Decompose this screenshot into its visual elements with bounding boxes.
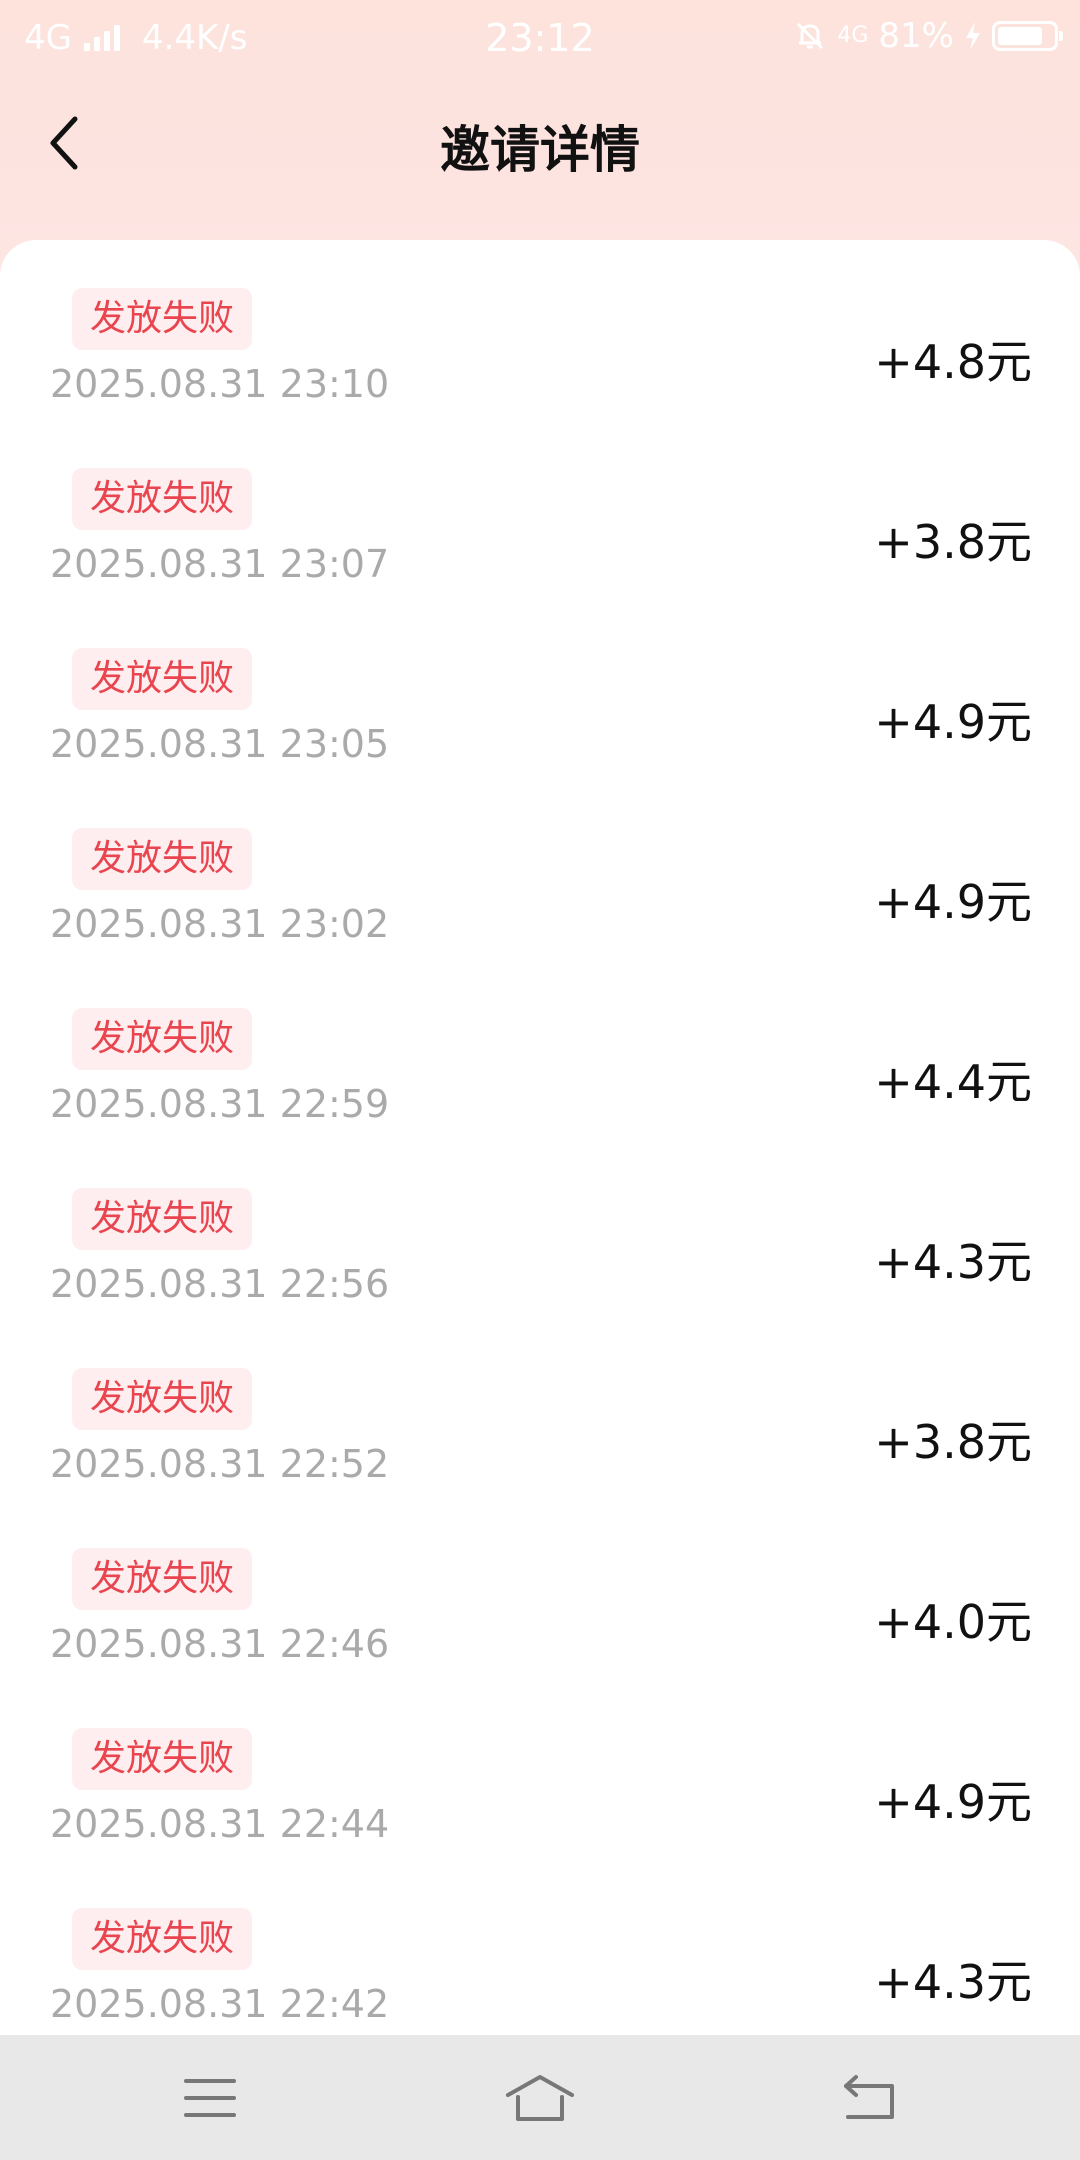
list-item[interactable]: 发放失败 2025.08.31 23:02 +4.9元 [0, 780, 1080, 960]
record-amount: +4.4元 [874, 1055, 1032, 1109]
list-item[interactable]: 发放失败 2025.08.31 22:52 +3.8元 [0, 1320, 1080, 1500]
status-badge: 发放失败 [72, 1368, 252, 1430]
record-amount: +4.8元 [874, 335, 1032, 389]
status-badge: 发放失败 [72, 1188, 252, 1250]
record-time: 2025.08.31 23:05 [50, 722, 390, 766]
menu-icon [184, 2079, 236, 2117]
record-amount: +3.8元 [874, 515, 1032, 569]
record-amount: +4.9元 [874, 1775, 1032, 1829]
status-badge: 发放失败 [72, 648, 252, 710]
home-button[interactable] [500, 2063, 580, 2133]
list-item[interactable]: 发放失败 2025.08.31 23:07 +3.8元 [0, 420, 1080, 600]
home-icon [506, 2075, 574, 2121]
battery-percent: 81% [878, 16, 954, 56]
page-title: 邀请详情 [440, 121, 640, 179]
system-nav-bar [0, 2035, 1080, 2160]
charging-icon [966, 22, 980, 50]
mute-bell-icon [797, 22, 824, 50]
record-time: 2025.08.31 22:46 [50, 1622, 390, 1666]
record-time: 2025.08.31 22:52 [50, 1442, 390, 1486]
status-badge: 发放失败 [72, 288, 252, 350]
network-type-right: 4G [837, 23, 869, 48]
record-time: 2025.08.31 22:42 [50, 1982, 390, 2026]
record-amount: +4.9元 [874, 695, 1032, 749]
status-badge: 发放失败 [72, 828, 252, 890]
status-right: 4G 81% [793, 16, 1063, 56]
back-icon [844, 2075, 894, 2119]
record-amount: +4.9元 [874, 875, 1032, 929]
status-badge: 发放失败 [72, 1008, 252, 1070]
battery-icon [992, 21, 1063, 51]
menu-button[interactable] [170, 2063, 250, 2133]
record-time: 2025.08.31 22:59 [50, 1082, 390, 1126]
status-badge: 发放失败 [72, 1908, 252, 1970]
records-list: 发放失败 2025.08.31 23:10 +4.8元 发放失败 2025.08… [0, 240, 1080, 2035]
record-amount: +4.3元 [874, 1955, 1032, 2009]
record-time: 2025.08.31 23:10 [50, 362, 390, 406]
status-bar: 4G 4.4K/s 23:12 4G 81% [0, 0, 1080, 76]
record-time: 2025.08.31 23:02 [50, 902, 390, 946]
system-back-button[interactable] [830, 2063, 910, 2133]
record-amount: +4.3元 [874, 1235, 1032, 1289]
list-item[interactable]: 发放失败 2025.08.31 23:05 +4.9元 [0, 600, 1080, 780]
record-amount: +3.8元 [874, 1415, 1032, 1469]
list-item[interactable]: 发放失败 2025.08.31 22:46 +4.0元 [0, 1500, 1080, 1680]
list-item[interactable]: 发放失败 2025.08.31 22:42 +4.3元 [0, 1860, 1080, 2035]
record-time: 2025.08.31 23:07 [50, 542, 390, 586]
list-item[interactable]: 发放失败 2025.08.31 22:59 +4.4元 [0, 960, 1080, 1140]
record-time: 2025.08.31 22:56 [50, 1262, 390, 1306]
status-badge: 发放失败 [72, 468, 252, 530]
list-item[interactable]: 发放失败 2025.08.31 22:56 +4.3元 [0, 1140, 1080, 1320]
battery-level [998, 27, 1042, 45]
nav-header: 邀请详情 [0, 96, 1080, 186]
record-amount: +4.0元 [874, 1595, 1032, 1649]
status-badge: 发放失败 [72, 1548, 252, 1610]
status-badge: 发放失败 [72, 1728, 252, 1790]
list-item[interactable]: 发放失败 2025.08.31 23:10 +4.8元 [0, 240, 1080, 420]
list-item[interactable]: 发放失败 2025.08.31 22:44 +4.9元 [0, 1680, 1080, 1860]
record-time: 2025.08.31 22:44 [50, 1802, 390, 1846]
